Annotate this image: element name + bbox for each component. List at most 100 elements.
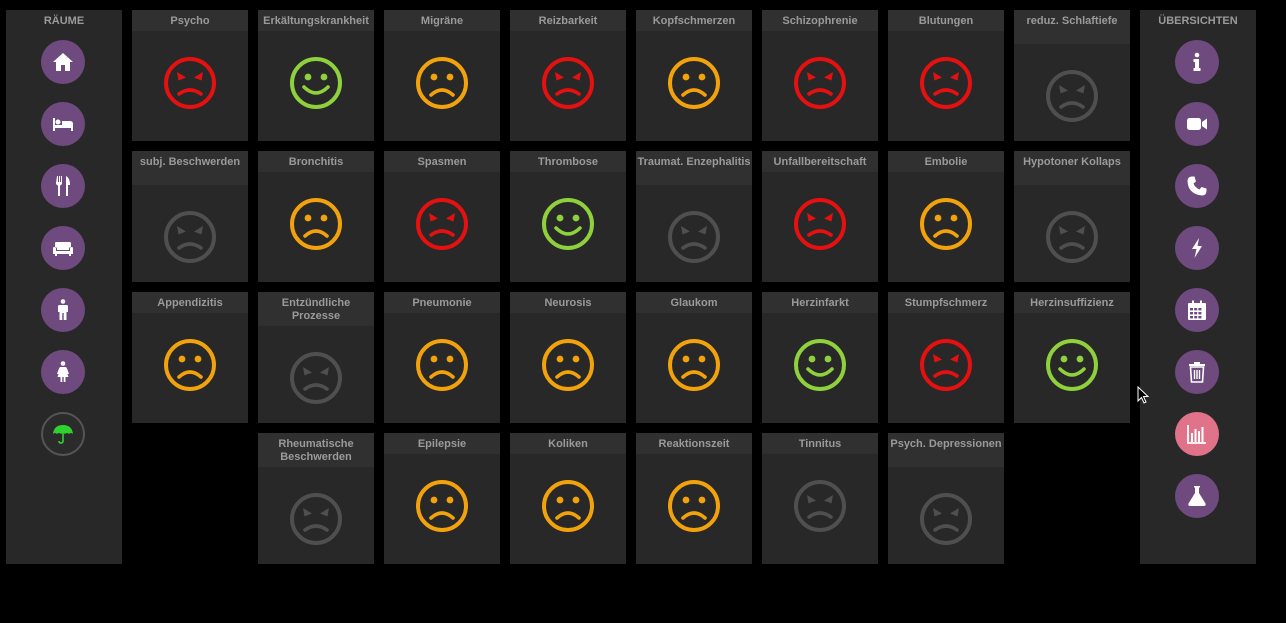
inactive-face-icon xyxy=(163,210,217,264)
symptom-tile-title: Appendizitis xyxy=(132,292,248,313)
video-camera-icon xyxy=(1185,112,1209,136)
symptom-tile-embolie[interactable]: Embolie xyxy=(888,151,1004,282)
overviews-panel: ÜBERSICHTEN xyxy=(1140,10,1256,564)
happy-face-icon xyxy=(793,338,847,392)
symptom-tile-reizbarkeit[interactable]: Reizbarkeit xyxy=(510,10,626,141)
symptom-tile-herzinsuffizienz[interactable]: Herzinsuffizienz xyxy=(1014,292,1130,423)
man-button[interactable] xyxy=(41,288,85,332)
happy-face-icon xyxy=(541,197,595,251)
symptom-tile-title: Psycho xyxy=(132,10,248,31)
bed-icon xyxy=(51,112,75,136)
man-icon xyxy=(51,298,75,322)
symptom-tile-title: Migräne xyxy=(384,10,500,31)
info-button[interactable] xyxy=(1175,40,1219,84)
bar-chart-icon xyxy=(1185,422,1209,446)
symptom-tile-bronchitis[interactable]: Bronchitis xyxy=(258,151,374,282)
symptom-tile-title: Epilepsie xyxy=(384,433,500,454)
angry-face-icon xyxy=(919,338,973,392)
symptom-tile-title: Hypotoner Kollaps xyxy=(1014,151,1130,185)
symptom-tile-migräne[interactable]: Migräne xyxy=(384,10,500,141)
inactive-face-icon xyxy=(1045,210,1099,264)
symptom-tile-title: Neurosis xyxy=(510,292,626,313)
sad-face-icon xyxy=(163,338,217,392)
sad-face-icon xyxy=(415,479,469,533)
sad-face-icon xyxy=(667,479,721,533)
overviews-panel-title: ÜBERSICHTEN xyxy=(1158,15,1238,27)
symptom-tile-title: Reizbarkeit xyxy=(510,10,626,31)
symptom-tile-title: Rheumatische Beschwerden xyxy=(258,433,374,467)
bar-chart-button[interactable] xyxy=(1175,412,1219,456)
rooms-panel-title: RÄUME xyxy=(43,15,85,27)
symptom-tile-rheumatische-beschwerden[interactable]: Rheumatische Beschwerden xyxy=(258,433,374,564)
trash-icon xyxy=(1185,360,1209,384)
umbrella-button[interactable] xyxy=(41,412,85,456)
symptom-tile-koliken[interactable]: Koliken xyxy=(510,433,626,564)
symptom-tile-title: Glaukom xyxy=(636,292,752,313)
symptom-tile-title: subj. Beschwerden xyxy=(132,151,248,185)
woman-button[interactable] xyxy=(41,350,85,394)
symptom-tile-title: Embolie xyxy=(888,151,1004,172)
symptom-tile-title: Reaktionszeit xyxy=(636,433,752,454)
lightning-icon xyxy=(1185,236,1209,260)
symptom-tile-psycho[interactable]: Psycho xyxy=(132,10,248,141)
symptom-tile-glaukom[interactable]: Glaukom xyxy=(636,292,752,423)
lightning-button[interactable] xyxy=(1175,226,1219,270)
symptom-tile-schizophrenie[interactable]: Schizophrenie xyxy=(762,10,878,141)
flask-button[interactable] xyxy=(1175,474,1219,518)
video-camera-button[interactable] xyxy=(1175,102,1219,146)
rooms-panel: RÄUME xyxy=(6,10,122,564)
symptom-tile-unfallbereitschaft[interactable]: Unfallbereitschaft xyxy=(762,151,878,282)
symptom-tile-subj-beschwerden[interactable]: subj. Beschwerden xyxy=(132,151,248,282)
symptom-tile-neurosis[interactable]: Neurosis xyxy=(510,292,626,423)
symptom-tile-appendizitis[interactable]: Appendizitis xyxy=(132,292,248,423)
woman-icon xyxy=(51,360,75,384)
symptom-tile-title: Erkältungskrankheit xyxy=(258,10,374,31)
inactive-face-icon xyxy=(289,351,343,405)
umbrella-icon xyxy=(51,422,75,446)
symptom-tile-title: Blutungen xyxy=(888,10,1004,31)
symptom-tile-blutungen[interactable]: Blutungen xyxy=(888,10,1004,141)
angry-face-icon xyxy=(793,56,847,110)
symptom-tile-entzündliche-prozesse[interactable]: Entzündliche Prozesse xyxy=(258,292,374,423)
inactive-face-icon xyxy=(667,210,721,264)
phone-button[interactable] xyxy=(1175,164,1219,208)
symptom-tile-title: Schizophrenie xyxy=(762,10,878,31)
symptom-tile-psych-depressionen[interactable]: Psych. Depressionen xyxy=(888,433,1004,564)
symptom-tile-title: Psych. Depressionen xyxy=(888,433,1004,467)
symptom-tile-spasmen[interactable]: Spasmen xyxy=(384,151,500,282)
sad-face-icon xyxy=(541,338,595,392)
symptom-tile-tinnitus[interactable]: Tinnitus xyxy=(762,433,878,564)
flask-icon xyxy=(1185,484,1209,508)
symptom-tile-thrombose[interactable]: Thrombose xyxy=(510,151,626,282)
symptom-tile-reduz-schlaftiefe[interactable]: reduz. Schlaftiefe xyxy=(1014,10,1130,141)
bed-button[interactable] xyxy=(41,102,85,146)
symptom-tile-reaktionszeit[interactable]: Reaktionszeit xyxy=(636,433,752,564)
angry-face-icon xyxy=(541,56,595,110)
symptom-tile-kopfschmerzen[interactable]: Kopfschmerzen xyxy=(636,10,752,141)
symptom-tile-title: Kopfschmerzen xyxy=(636,10,752,31)
inactive-face-icon xyxy=(919,492,973,546)
symptom-tile-pneumonie[interactable]: Pneumonie xyxy=(384,292,500,423)
symptom-tile-hypotoner-kollaps[interactable]: Hypotoner Kollaps xyxy=(1014,151,1130,282)
cutlery-icon xyxy=(51,174,75,198)
calendar-button[interactable] xyxy=(1175,288,1219,332)
sad-face-icon xyxy=(289,197,343,251)
symptom-tile-herzinfarkt[interactable]: Herzinfarkt xyxy=(762,292,878,423)
symptom-tile-title: Herzinsuffizienz xyxy=(1014,292,1130,313)
sofa-button[interactable] xyxy=(41,226,85,270)
symptom-tile-traumat-enzephalitis[interactable]: Traumat. Enzephalitis xyxy=(636,151,752,282)
happy-face-icon xyxy=(1045,338,1099,392)
sad-face-icon xyxy=(541,479,595,533)
cutlery-button[interactable] xyxy=(41,164,85,208)
symptom-tile-title: Bronchitis xyxy=(258,151,374,172)
home-button[interactable] xyxy=(41,40,85,84)
symptom-tile-title: Thrombose xyxy=(510,151,626,172)
symptom-tile-title: Spasmen xyxy=(384,151,500,172)
symptom-tile-stumpfschmerz[interactable]: Stumpfschmerz xyxy=(888,292,1004,423)
mouse-cursor-icon xyxy=(1137,386,1149,404)
symptom-tile-title: Pneumonie xyxy=(384,292,500,313)
symptom-tile-epilepsie[interactable]: Epilepsie xyxy=(384,433,500,564)
sad-face-icon xyxy=(919,197,973,251)
trash-button[interactable] xyxy=(1175,350,1219,394)
symptom-tile-erkältungskrankheit[interactable]: Erkältungskrankheit xyxy=(258,10,374,141)
